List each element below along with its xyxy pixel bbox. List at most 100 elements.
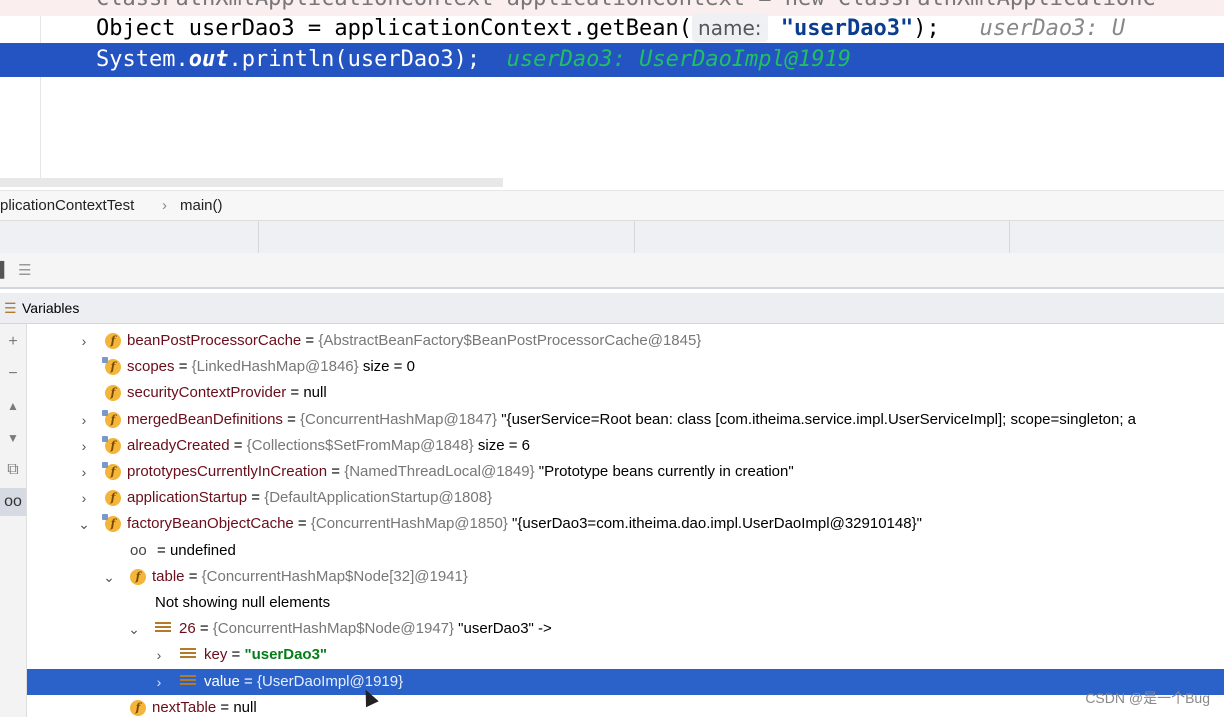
variables-tree[interactable]: › f beanPostProcessorCache = {AbstractBean… xyxy=(27,328,1224,717)
object-reference: {Collections$SetFromMap@1848} xyxy=(246,436,474,454)
field-icon: f xyxy=(130,568,146,585)
field-icon: f xyxy=(130,699,146,716)
variable-name: mergedBeanDefinitions xyxy=(127,410,283,428)
variable-value: "Prototype beans currently in creation" xyxy=(534,463,794,480)
variable-name: beanPostProcessorCache xyxy=(127,332,302,349)
variables-side-toolbar: + − ▲ ▼ ⧉ oo xyxy=(0,324,27,717)
remove-watch-icon[interactable]: − xyxy=(0,360,26,388)
frames-icon[interactable]: ▍ xyxy=(0,261,12,279)
expand-chevron-icon[interactable]: › xyxy=(77,433,91,459)
watches-icon[interactable]: oo xyxy=(0,488,26,516)
expand-chevron-icon[interactable]: › xyxy=(77,485,91,511)
collapse-chevron-icon[interactable]: ⌄ xyxy=(127,616,141,642)
variable-row[interactable]: f securityContextProvider = null xyxy=(27,380,1224,406)
equals-sign: = xyxy=(247,489,265,507)
variables-icon: ☰ xyxy=(4,300,17,316)
equals-sign: = xyxy=(174,358,192,376)
field-icon: f xyxy=(102,462,121,480)
breadcrumb-class[interactable]: plicationContextTest xyxy=(0,191,134,221)
equals-sign: = xyxy=(301,332,319,349)
variable-value: size = 6 xyxy=(473,436,530,454)
inline-debug-value: userDao3: UserDaoImpl@1919 xyxy=(506,47,852,72)
equals-sign: = xyxy=(229,436,247,454)
variable-text: applicationStartup = {DefaultApplication… xyxy=(127,485,492,511)
field-icon: f xyxy=(105,333,121,349)
variable-row[interactable]: › f prototypesCurrentlyInCreation = {Named… xyxy=(27,459,1224,485)
copy-icon[interactable]: ⧉ xyxy=(0,456,26,484)
variable-name: factoryBeanObjectCache xyxy=(127,515,294,533)
breadcrumb-method[interactable]: main() xyxy=(180,191,223,221)
variable-row[interactable]: ⌄ f table = {ConcurrentHashMap$Node[32]@19… xyxy=(27,564,1224,590)
field-icon: f xyxy=(105,385,121,402)
variable-row[interactable]: ⌄ 26 = {ConcurrentHashMap$Node@1947} "use… xyxy=(27,616,1224,642)
variable-row[interactable]: › f mergedBeanDefinitions = {ConcurrentHas… xyxy=(27,407,1224,433)
array-element-icon xyxy=(155,622,171,636)
move-down-icon[interactable]: ▼ xyxy=(0,424,26,452)
variable-text: mergedBeanDefinitions = {ConcurrentHashM… xyxy=(127,407,1136,433)
variable-text: scopes = {LinkedHashMap@1846} size = 0 xyxy=(127,354,415,380)
variable-row[interactable]: f scopes = {LinkedHashMap@1846} size = 0 xyxy=(27,354,1224,380)
expand-chevron-icon[interactable]: › xyxy=(152,642,166,668)
variable-row[interactable]: › key = "userDao3" xyxy=(27,642,1224,668)
variable-value: Not showing null elements xyxy=(155,594,331,611)
settings-list-icon[interactable]: ☰ xyxy=(18,261,31,279)
variable-name: prototypesCurrentlyInCreation xyxy=(127,463,328,480)
object-reference: {ConcurrentHashMap$Node[32]@1941} xyxy=(201,567,468,585)
variable-text: alreadyCreated = {Collections$SetFromMap… xyxy=(127,433,530,459)
variable-text: table = {ConcurrentHashMap$Node[32]@1941… xyxy=(152,564,468,590)
object-reference: {ConcurrentHashMap@1847} xyxy=(300,410,498,428)
object-reference: {DefaultApplicationStartup@1808} xyxy=(264,489,493,507)
variable-name: alreadyCreated xyxy=(127,436,230,454)
code-text: Object userDao3 = applicationContext.get… xyxy=(96,14,1126,42)
debug-tabs-strip xyxy=(0,220,1224,254)
equals-sign: = xyxy=(227,646,245,664)
move-up-icon[interactable]: ▲ xyxy=(0,392,26,420)
variable-value: "{userService=Root bean: class [com.ithe… xyxy=(497,410,1136,428)
variable-row[interactable]: oo = undefined xyxy=(27,538,1224,564)
variable-text: Not showing null elements xyxy=(155,590,330,616)
collapse-chevron-icon[interactable]: ⌄ xyxy=(102,564,116,590)
expand-chevron-icon[interactable]: › xyxy=(77,328,91,354)
debug-tab[interactable] xyxy=(259,221,635,253)
code-text: System.out.println(userDao3); userDao3: … xyxy=(96,47,852,72)
object-reference: {ConcurrentHashMap$Node@1947} xyxy=(212,620,455,638)
variable-value: "userDao3" xyxy=(244,646,328,664)
variable-text: key = "userDao3" xyxy=(204,642,327,668)
variable-text: factoryBeanObjectCache = {ConcurrentHash… xyxy=(127,511,922,537)
editor-horizontal-scrollbar[interactable] xyxy=(0,178,503,187)
variable-row[interactable]: › f alreadyCreated = {Collections$SetFromM… xyxy=(27,433,1224,459)
inline-debug-value: userDao3: U xyxy=(979,16,1126,41)
code-editor[interactable]: ClassPathXmlApplicationContext applicati… xyxy=(0,0,1224,178)
variable-row[interactable]: › f beanPostProcessorCache = {AbstractBean… xyxy=(27,328,1224,354)
equals-sign: = xyxy=(239,672,257,690)
variable-row[interactable]: Not showing null elements xyxy=(27,590,1224,616)
code-line-getbean: Object userDao3 = applicationContext.get… xyxy=(0,12,1224,46)
variable-value: undefined xyxy=(169,541,236,559)
variable-value: null xyxy=(303,384,327,402)
debug-tab[interactable] xyxy=(635,221,1010,253)
collapse-chevron-icon[interactable]: ⌄ xyxy=(77,511,91,537)
variable-row[interactable]: f nextTable = null xyxy=(27,695,1224,717)
watermark: CSDN @是一个Bug xyxy=(1085,690,1210,706)
expand-chevron-icon[interactable]: › xyxy=(77,407,91,433)
equals-sign: = xyxy=(286,384,304,402)
add-watch-icon[interactable]: + xyxy=(0,328,26,356)
object-reference: {AbstractBeanFactory$BeanPostProcessorCa… xyxy=(318,332,702,349)
object-reference: {ConcurrentHashMap@1850} xyxy=(310,515,508,533)
parameter-hint: name: xyxy=(692,14,768,42)
debug-tab[interactable] xyxy=(0,221,259,253)
field-icon: f xyxy=(102,435,121,454)
watch-infinity-icon: oo xyxy=(130,541,147,559)
code-line-current-execution: System.out.println(userDao3); userDao3: … xyxy=(0,43,1224,77)
variable-row[interactable]: › value = {UserDaoImpl@1919} xyxy=(27,668,1224,695)
object-reference: {NamedThreadLocal@1849} xyxy=(344,463,535,480)
field-icon: f xyxy=(105,490,121,507)
expand-chevron-icon[interactable]: › xyxy=(77,459,91,485)
variable-value: size = 0 xyxy=(358,358,415,376)
variable-row[interactable]: › f applicationStartup = {DefaultApplicati… xyxy=(27,485,1224,511)
variable-text: beanPostProcessorCache = {AbstractBeanFa… xyxy=(127,328,701,354)
variable-name: scopes xyxy=(127,358,175,376)
variable-row[interactable]: ⌄ f factoryBeanObjectCache = {ConcurrentHa… xyxy=(27,511,1224,537)
field-icon: f xyxy=(102,409,121,428)
expand-chevron-icon[interactable]: › xyxy=(152,669,166,695)
